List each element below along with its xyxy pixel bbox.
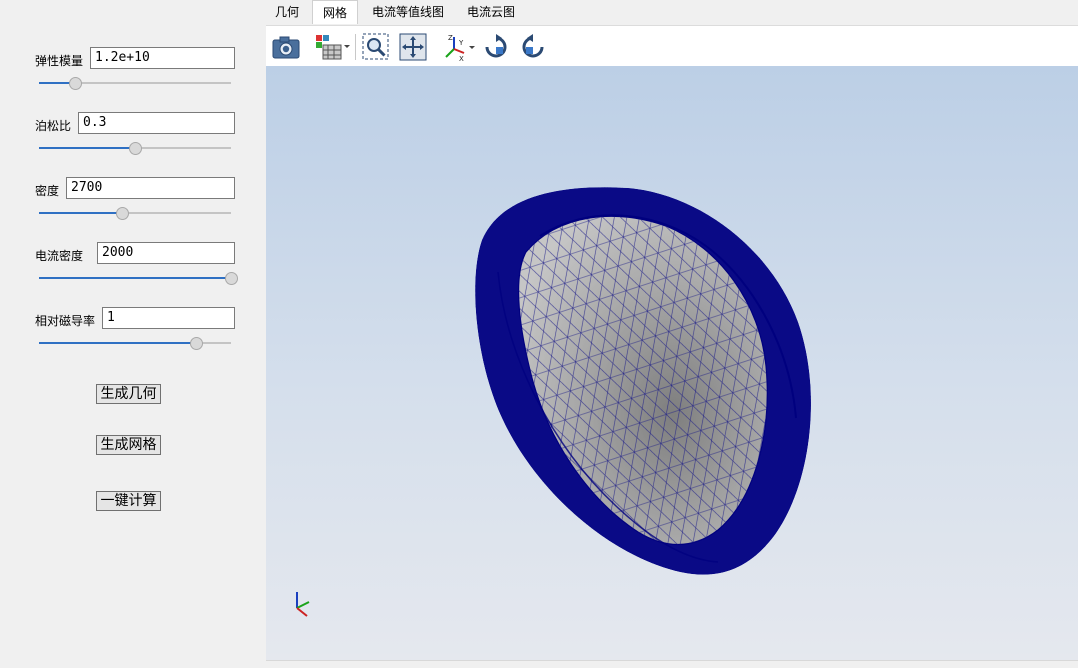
density-input[interactable]: 2700 — [66, 177, 235, 199]
current-density-input[interactable]: 2000 — [97, 242, 235, 264]
param-label-density: 密度 — [35, 184, 60, 198]
svg-text:Y: Y — [458, 39, 464, 47]
fit-view-icon[interactable] — [398, 32, 428, 62]
relative-permeability-input[interactable]: 1 — [102, 307, 235, 329]
mesh-3d-viewport[interactable] — [266, 66, 1078, 660]
slider-handle[interactable] — [69, 77, 83, 90]
param-label-poisson-ratio: 泊松比 — [35, 119, 72, 133]
tab-current-contour[interactable]: 电流等值线图 — [360, 0, 456, 24]
toolbar-separator — [355, 34, 356, 60]
display-mode-icon[interactable] — [313, 32, 351, 62]
svg-text:X: X — [459, 55, 464, 62]
generate-mesh-button[interactable]: 生成网格 — [96, 435, 161, 455]
relative-permeability-slider[interactable] — [39, 336, 231, 350]
tab-mesh[interactable]: 网格 — [312, 0, 358, 24]
param-label-elastic-modulus: 弹性模量 — [35, 54, 84, 68]
poisson-ratio-input[interactable]: 0.3 — [78, 112, 235, 134]
tab-current-cloud[interactable]: 电流云图 — [456, 0, 526, 24]
slider-handle[interactable] — [129, 142, 142, 155]
poisson-ratio-slider[interactable] — [39, 141, 231, 155]
mesh-render — [475, 187, 811, 575]
density-slider[interactable] — [39, 206, 231, 220]
param-label-relative-permeability: 相对磁导率 — [35, 314, 96, 328]
parameter-panel: 弹性模量 1.2e+10 泊松比 0.3 密度 2700 电流密度 2000 相… — [0, 0, 264, 667]
svg-text:Z: Z — [448, 34, 453, 42]
view-toolbar: Z Y X — [266, 25, 1078, 67]
elastic-modulus-slider[interactable] — [39, 76, 231, 90]
axes-view-icon[interactable]: Z Y X — [442, 32, 476, 63]
one-click-compute-button[interactable]: 一键计算 — [96, 491, 161, 511]
current-density-slider[interactable] — [39, 271, 238, 285]
orientation-axes-icon — [296, 592, 310, 617]
elastic-modulus-input[interactable]: 1.2e+10 — [90, 47, 235, 69]
camera-icon[interactable] — [271, 32, 301, 62]
rotate-ccw-icon[interactable] — [518, 32, 548, 62]
generate-geometry-button[interactable]: 生成几何 — [96, 384, 161, 404]
tab-geometry[interactable]: 几何 — [264, 0, 310, 24]
tab-bar: 几何 网格 电流等值线图 电流云图 — [264, 0, 1078, 25]
param-label-current-density: 电流密度 — [35, 249, 84, 263]
slider-handle[interactable] — [115, 207, 129, 220]
slider-handle[interactable] — [190, 337, 204, 350]
slider-handle[interactable] — [225, 272, 238, 285]
rotate-cw-icon[interactable] — [481, 32, 511, 62]
zoom-box-icon[interactable] — [361, 32, 391, 62]
